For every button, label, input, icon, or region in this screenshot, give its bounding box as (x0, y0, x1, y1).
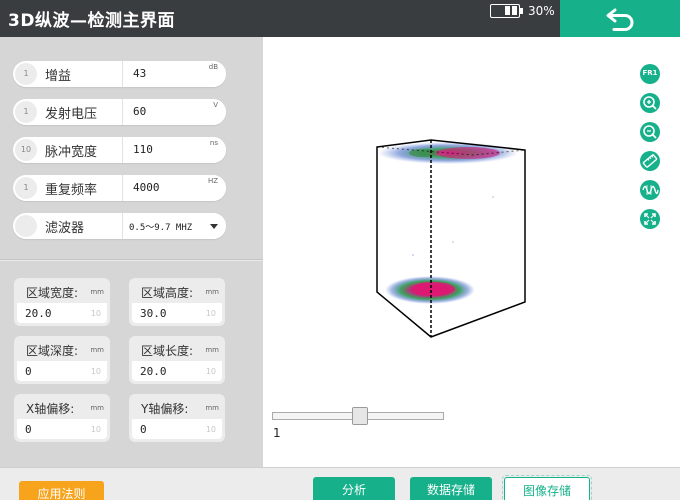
field-label: 区域长度: (141, 344, 194, 358)
pulse-width-input[interactable]: 110 ns (122, 137, 226, 163)
field-unit: mm (90, 404, 104, 412)
param-value: 43 (133, 67, 147, 80)
param-label: 重复频率 (45, 183, 98, 198)
param-label: 增益 (45, 69, 72, 84)
repeat-freq-input[interactable]: 4000 HZ (122, 175, 226, 201)
field-value: 0 (25, 365, 32, 378)
slice-slider-value: 1 (273, 426, 281, 440)
fullscreen-button[interactable] (640, 209, 660, 229)
region-height-input[interactable]: 30.0 10 (132, 303, 222, 323)
param-step[interactable]: 10 (15, 139, 37, 161)
param-unit: HZ (207, 177, 218, 185)
undo-arrow-icon (606, 8, 634, 31)
3d-viewer[interactable] (263, 37, 680, 467)
divider (0, 259, 263, 261)
back-button[interactable] (560, 0, 680, 37)
param-value: 60 (133, 105, 147, 118)
field-hint: 10 (90, 309, 101, 318)
param-step (15, 215, 37, 237)
filter-select[interactable]: 0.5～9.7 MHZ (122, 213, 226, 239)
field-hint: 10 (90, 367, 101, 376)
field-value: 0 (140, 423, 147, 436)
y-offset-input[interactable]: 0 10 (132, 419, 222, 439)
param-value: 4000 (133, 181, 160, 194)
field-unit: mm (205, 346, 219, 354)
param-step[interactable]: 1 (15, 177, 37, 199)
field-unit: mm (205, 404, 219, 412)
ruler-button[interactable] (640, 151, 660, 171)
region-width-input[interactable]: 20.0 10 (17, 303, 107, 323)
field-y-offset: Y轴偏移: mm 0 10 (129, 394, 225, 442)
3d-volume-render[interactable] (263, 37, 680, 467)
save-image-button[interactable]: 图像存储 (502, 475, 592, 500)
field-label: Y轴偏移: (141, 402, 189, 416)
field-label: 区域高度: (141, 286, 194, 300)
voltage-input[interactable]: 60 V (122, 99, 226, 125)
ruler-icon (642, 154, 658, 168)
field-hint: 10 (205, 309, 216, 318)
page-title: 3D纵波—检测主界面 (8, 11, 175, 31)
waveform-icon (642, 185, 659, 195)
param-unit: dB (208, 63, 218, 71)
field-x-offset: X轴偏移: mm 0 10 (14, 394, 110, 442)
battery-percent: 30% (528, 4, 555, 18)
zoom-out-icon (643, 125, 657, 139)
field-region-width: 区域宽度: mm 20.0 10 (14, 278, 110, 326)
save-data-button[interactable]: 数据存储 (410, 477, 492, 500)
field-hint: 10 (90, 425, 101, 434)
param-unit: V (213, 101, 218, 109)
zoom-in-icon (643, 96, 657, 110)
param-label: 脉冲宽度 (45, 145, 98, 160)
field-hint: 10 (205, 425, 216, 434)
field-value: 0 (25, 423, 32, 436)
title-bar: 3D纵波—检测主界面 30% (0, 0, 680, 37)
zoom-out-button[interactable] (640, 122, 660, 142)
apply-rule-button[interactable]: 应用法则 (19, 481, 104, 500)
gain-input[interactable]: 43 dB (122, 61, 226, 87)
param-filter: 滤波器 0.5～9.7 MHZ (13, 213, 226, 239)
param-unit: ns (209, 139, 218, 147)
field-value: 20.0 (25, 307, 52, 320)
waveform-button[interactable] (640, 180, 660, 200)
field-unit: mm (90, 346, 104, 354)
region-length-input[interactable]: 20.0 10 (132, 361, 222, 381)
field-value: 20.0 (140, 365, 167, 378)
region-depth-input[interactable]: 0 10 (17, 361, 107, 381)
x-offset-input[interactable]: 0 10 (17, 419, 107, 439)
field-value: 30.0 (140, 307, 167, 320)
param-repeat-freq: 1 重复频率 4000 HZ (13, 175, 226, 201)
param-step[interactable]: 1 (15, 101, 37, 123)
param-label: 滤波器 (45, 221, 85, 236)
analyze-button[interactable]: 分析 (313, 477, 395, 500)
fr1-icon: FR1 (642, 69, 658, 77)
field-label: 区域深度: (26, 344, 79, 358)
zoom-in-button[interactable] (640, 93, 660, 113)
param-pulse-width: 10 脉冲宽度 110 ns (13, 137, 226, 163)
field-label: X轴偏移: (26, 402, 75, 416)
parameter-panel: 1 增益 43 dB 1 发射电压 60 V 10 脉冲宽度 110 ns 1 … (0, 37, 263, 467)
param-voltage: 1 发射电压 60 V (13, 99, 226, 125)
chevron-down-icon (210, 224, 218, 229)
fr1-button[interactable]: FR1 (640, 64, 660, 84)
param-step[interactable]: 1 (15, 63, 37, 85)
field-label: 区域宽度: (26, 286, 79, 300)
field-unit: mm (205, 288, 219, 296)
field-hint: 10 (205, 367, 216, 376)
param-label: 发射电压 (45, 107, 98, 122)
field-region-length: 区域长度: mm 20.0 10 (129, 336, 225, 384)
param-value: 0.5～9.7 MHZ (129, 223, 193, 233)
field-region-height: 区域高度: mm 30.0 10 (129, 278, 225, 326)
field-region-depth: 区域深度: mm 0 10 (14, 336, 110, 384)
param-value: 110 (133, 143, 153, 156)
battery-icon (490, 4, 523, 18)
param-gain: 1 增益 43 dB (13, 61, 226, 87)
slice-slider-handle[interactable] (352, 407, 368, 425)
fullscreen-icon (644, 213, 656, 225)
field-unit: mm (90, 288, 104, 296)
